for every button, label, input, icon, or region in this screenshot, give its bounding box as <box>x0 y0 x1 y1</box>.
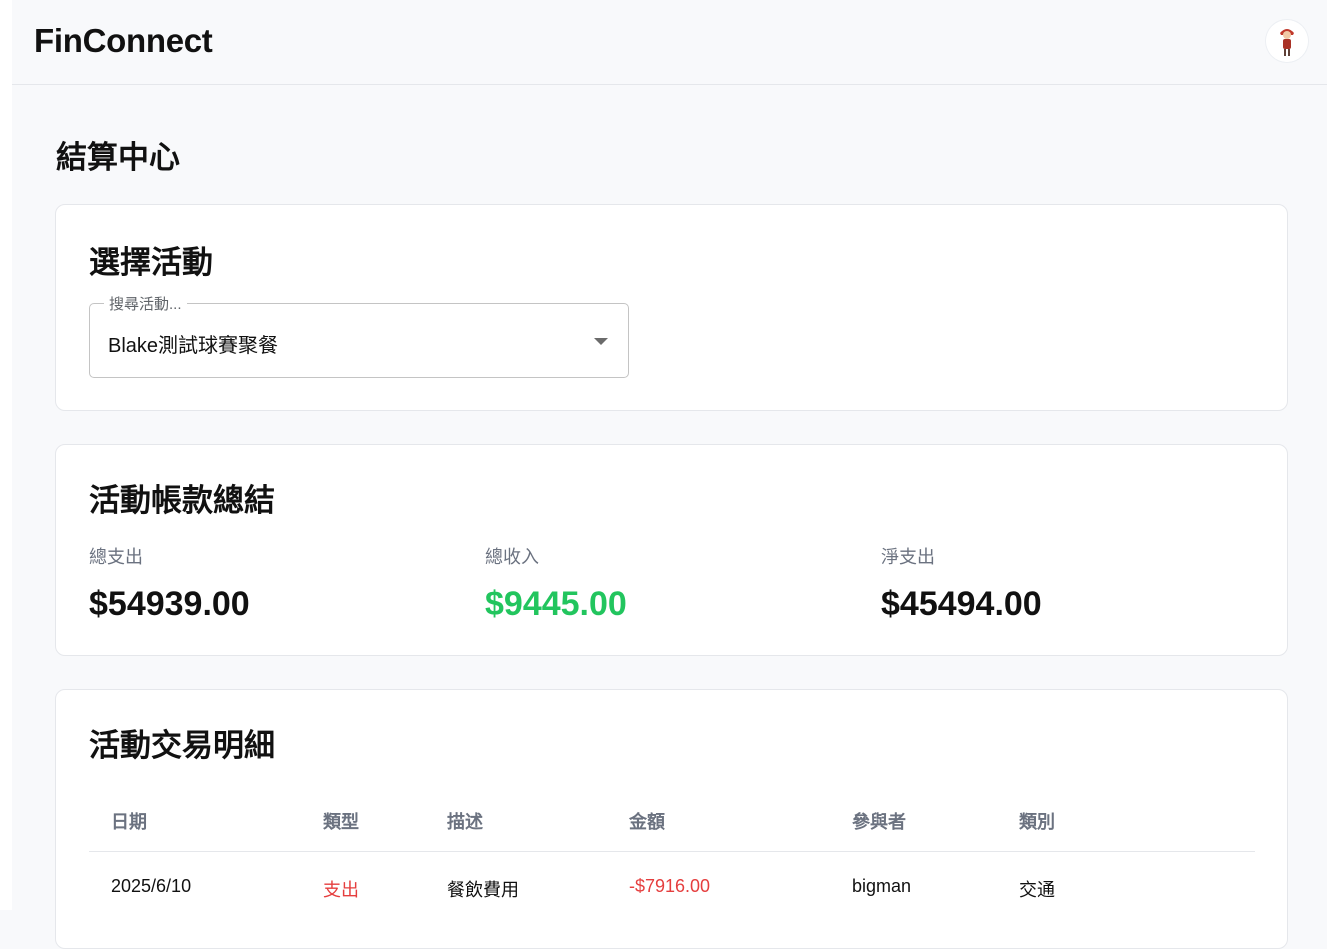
select-activity-card: 選擇活動 搜尋活動... Blake測試球賽聚餐 <box>55 204 1288 411</box>
stat-value: $9445.00 <box>485 585 627 623</box>
stat-total-expense: 總支出 $54939.00 <box>89 543 250 624</box>
transactions-title: 活動交易明細 <box>89 728 275 763</box>
column-header-category[interactable]: 類別 <box>1019 808 1055 834</box>
stat-value: $54939.00 <box>89 585 250 623</box>
activity-select-label: 搜尋活動... <box>104 293 187 314</box>
cell-description: 餐飲費用 <box>447 880 519 900</box>
brand-logo[interactable]: FinConnect <box>34 22 213 60</box>
transactions-card: 活動交易明細 日期 類型 描述 金額 參與者 類別 2025/6/10 支出 餐… <box>55 689 1288 949</box>
cell-date: 2025/6/10 <box>111 876 192 896</box>
column-header-date[interactable]: 日期 <box>111 808 147 834</box>
page-title: 結算中心 <box>56 140 180 175</box>
column-header-type[interactable]: 類型 <box>323 808 359 834</box>
stat-label: 淨支出 <box>881 547 935 567</box>
select-activity-title: 選擇活動 <box>89 245 213 280</box>
stat-label: 總支出 <box>89 547 143 567</box>
table-row[interactable]: 2025/6/10 支出 餐飲費用 -$7916.00 bigman 交通 <box>89 852 1255 922</box>
avatar-figure-icon <box>1266 20 1308 62</box>
app-bar: FinConnect <box>12 0 1327 85</box>
stat-value: $45494.00 <box>881 585 1042 623</box>
cell-type: 支出 <box>323 880 359 900</box>
cell-participant: bigman <box>852 876 912 896</box>
stat-net-expense: 淨支出 $45494.00 <box>881 543 1042 624</box>
user-avatar-icon[interactable] <box>1266 20 1308 62</box>
summary-title: 活動帳款總結 <box>89 483 275 518</box>
summary-card: 活動帳款總結 總支出 $54939.00 總收入 $9445.00 淨支出 $4… <box>55 444 1288 656</box>
stat-label: 總收入 <box>485 547 539 567</box>
activity-select-value: Blake測試球賽聚餐 <box>108 335 279 357</box>
cell-category: 交通 <box>1019 880 1055 900</box>
left-edge-strip <box>0 0 12 910</box>
column-header-amount[interactable]: 金額 <box>629 808 665 834</box>
activity-select[interactable]: 搜尋活動... Blake測試球賽聚餐 <box>89 293 629 378</box>
table-header: 日期 類型 描述 金額 參與者 類別 <box>89 786 1255 852</box>
column-header-description[interactable]: 描述 <box>447 808 483 834</box>
cell-amount: -$7916.00 <box>629 876 711 896</box>
chevron-down-icon[interactable] <box>594 338 608 345</box>
column-header-participant[interactable]: 參與者 <box>852 808 906 834</box>
stat-total-income: 總收入 $9445.00 <box>485 543 627 624</box>
